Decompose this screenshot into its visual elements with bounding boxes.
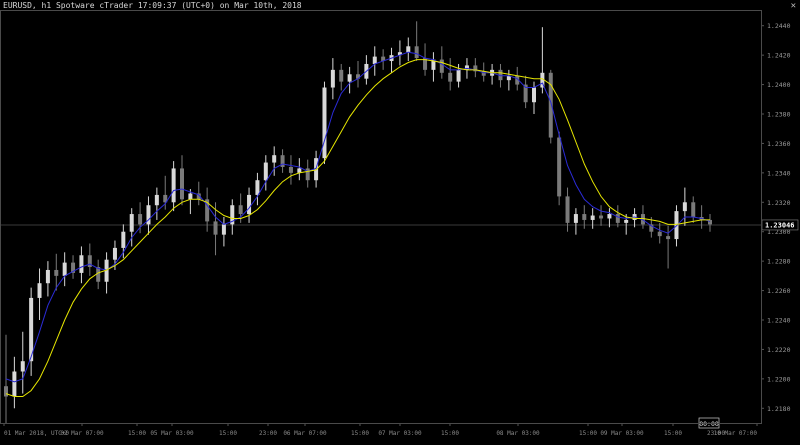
candle-body <box>414 46 419 59</box>
candle-body <box>272 155 277 163</box>
candle-body <box>188 193 193 200</box>
candle-body <box>573 214 578 223</box>
candle-body <box>213 221 218 235</box>
candle-body <box>288 166 293 173</box>
y-axis-tick-label: 1.2220 <box>767 346 791 354</box>
candle-body <box>532 87 536 103</box>
candle-body <box>372 56 377 64</box>
candle-body <box>129 214 134 232</box>
y-axis-tick-label: 1.2360 <box>767 140 791 148</box>
candle-body <box>657 231 662 237</box>
candle-body <box>557 137 562 197</box>
y-axis-tick-label: 1.2340 <box>767 169 791 177</box>
x-axis-tick-label: 15:00 <box>664 430 682 437</box>
candle-body <box>138 214 143 225</box>
candle-body <box>406 46 411 53</box>
candle-body <box>330 69 335 88</box>
candle-body <box>20 361 25 372</box>
y-axis-tick-label: 1.2260 <box>767 287 791 295</box>
candle-body <box>180 168 184 200</box>
candle-body <box>347 74 352 82</box>
x-axis-tick-label: 08 Mar 03:00 <box>496 430 540 437</box>
candle-body <box>37 283 42 298</box>
candle-body <box>607 214 612 219</box>
candle-body <box>682 202 687 212</box>
candle-body <box>691 202 696 217</box>
y-axis-tick-label: 1.2400 <box>767 81 791 89</box>
candle-body <box>247 194 252 215</box>
candle-body <box>54 269 59 276</box>
y-axis-tick-label: 1.2320 <box>767 199 791 207</box>
candle-body <box>221 224 226 235</box>
candle-body <box>590 215 595 220</box>
candle-body <box>439 59 444 73</box>
y-axis-tick-label: 1.2180 <box>767 405 791 413</box>
y-axis-tick-label: 1.2420 <box>767 52 791 60</box>
y-axis-tick-label: 1.2240 <box>767 317 791 325</box>
chart-title: EURUSD, h1 Spotware cTrader 17:09:37 (UT… <box>3 1 302 10</box>
candle-body <box>263 162 268 181</box>
candle-body <box>4 386 8 397</box>
x-axis-tick-label: 09 Mar 03:00 <box>600 430 644 437</box>
candle-body <box>582 214 587 220</box>
x-axis-tick-label: 06 Mar 07:00 <box>283 430 327 437</box>
current-price-label: 1.23046 <box>765 221 795 229</box>
x-axis-tick-label: 02 Mar 07:00 <box>60 430 104 437</box>
candle-body <box>154 194 159 206</box>
candle-body <box>171 168 176 203</box>
candle-body <box>45 269 50 284</box>
candle-body <box>565 196 570 223</box>
x-axis-tick-label: 15:00 <box>351 430 369 437</box>
chart-canvas[interactable]: 1.2440 1.2420 1.2400 1.2380 1.2360 1.2340 1.23… <box>0 0 800 445</box>
candle-body <box>322 87 327 159</box>
crosshair-time-label: 00:00 <box>699 420 719 428</box>
trading-chart[interactable]: 1.2440 1.2420 1.2400 1.2380 1.2360 1.2340 1.23… <box>0 0 800 445</box>
x-axis-tick-label: 07 Mar 03:00 <box>378 430 422 437</box>
x-axis-tick-label: 05 Mar 03:00 <box>150 430 194 437</box>
x-axis-tick-label: 15:00 <box>128 430 146 437</box>
candle-body <box>112 247 117 260</box>
candle-body <box>79 255 84 273</box>
x-axis-tick-label: 15:00 <box>219 430 237 437</box>
y-axis-tick-label: 1.2280 <box>767 258 791 266</box>
candle-body <box>599 215 604 219</box>
candle-body <box>456 69 461 82</box>
moving-average-fast-line <box>5 51 711 383</box>
moving-average-slow-line <box>5 59 710 397</box>
close-icon[interactable]: ✕ <box>791 1 796 11</box>
candle-body <box>62 262 67 276</box>
x-axis-tick-label: 15:00 <box>579 430 597 437</box>
candle-body <box>255 180 260 195</box>
candle-body <box>666 236 671 240</box>
candle-body <box>624 219 629 223</box>
candle-body <box>121 231 126 248</box>
x-axis-tick-label: 23:00 <box>259 430 277 437</box>
candle-body <box>448 72 453 82</box>
candle-body <box>12 371 17 397</box>
candle-body <box>615 214 620 223</box>
x-axis-tick-label: 15:00 <box>441 430 459 437</box>
y-axis-tick-label: 1.2200 <box>767 375 791 383</box>
y-axis-tick-label: 1.2380 <box>767 111 791 119</box>
x-axis-tick-label: 10 Mar 07:00 <box>714 430 758 437</box>
candle-body <box>548 72 553 138</box>
candle-body <box>339 69 344 82</box>
y-axis-tick-label: 1.2440 <box>767 22 791 30</box>
candle-body <box>238 205 243 215</box>
candle-body <box>674 211 679 240</box>
